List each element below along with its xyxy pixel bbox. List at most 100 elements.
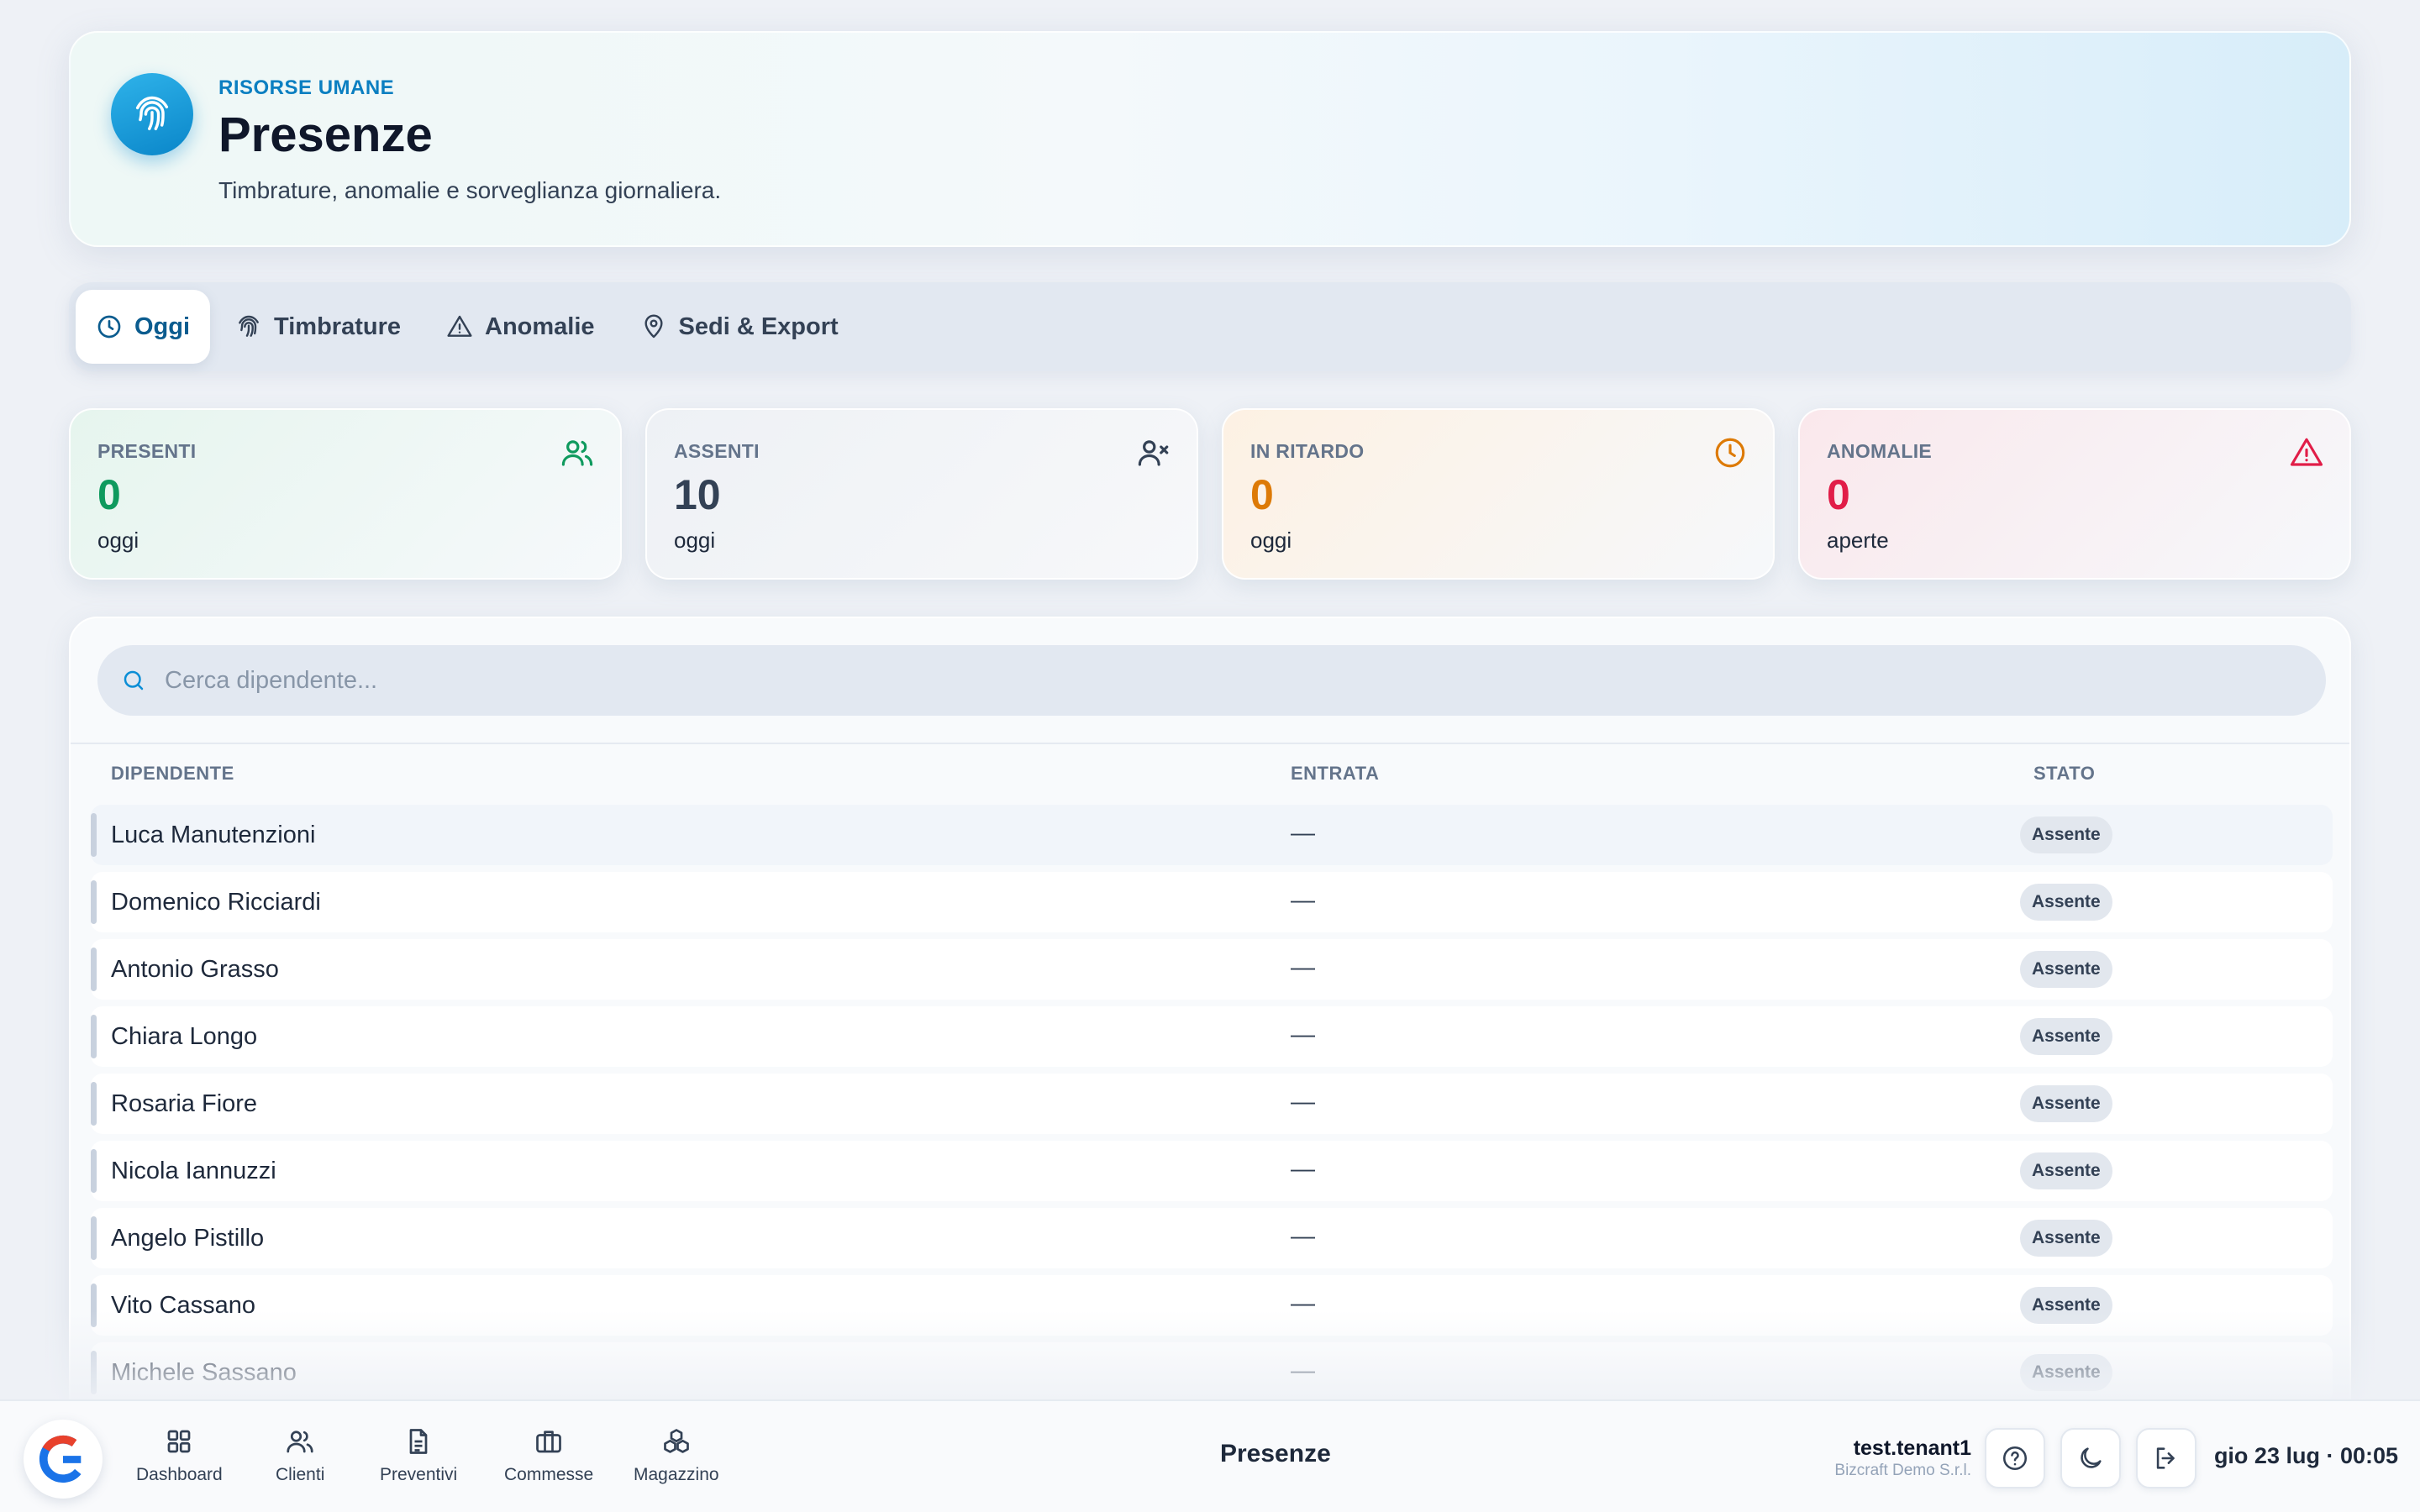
- boxes-icon: [663, 1429, 689, 1453]
- page-title: Presenze: [218, 108, 433, 162]
- warning-icon: [2290, 438, 2323, 466]
- row-accent: [91, 1015, 97, 1058]
- nav-label: Preventivi: [380, 1465, 458, 1484]
- help-button[interactable]: [1985, 1428, 2045, 1488]
- employee-name: Michele Sassano: [111, 1359, 297, 1386]
- row-accent: [91, 1082, 97, 1126]
- nav-clienti[interactable]: Clienti: [276, 1426, 324, 1485]
- theme-toggle-button[interactable]: [2060, 1428, 2121, 1488]
- entry-time: —: [1291, 1223, 1315, 1250]
- fingerprint-icon: [239, 315, 259, 337]
- tab-bar: Oggi Timbrature Anomalie Sedi & Export: [69, 282, 2351, 371]
- nav-magazzino[interactable]: Magazzino: [634, 1426, 719, 1485]
- stat-sub: aperte: [1827, 528, 1889, 553]
- stat-label: PRESENTI: [97, 440, 197, 462]
- stat-card-presenti: PRESENTI 0 oggi: [69, 408, 622, 580]
- nav-label: Clienti: [276, 1465, 325, 1484]
- tab-oggi[interactable]: Oggi: [76, 290, 211, 364]
- status-badge: Assente: [2020, 1220, 2112, 1257]
- user-name: test.tenant1: [1853, 1436, 1971, 1460]
- nav-commesse[interactable]: Commesse: [504, 1426, 593, 1485]
- tab-sedi-export[interactable]: Sedi & Export: [620, 290, 859, 364]
- employee-name: Domenico Ricciardi: [111, 889, 321, 916]
- stat-sub: oggi: [97, 528, 139, 553]
- table-body: Luca Manutenzioni — Assente Domenico Ric…: [91, 805, 2333, 1410]
- document-icon: [409, 1429, 428, 1454]
- tab-label: Timbrature: [274, 312, 401, 340]
- table-row[interactable]: Michele Sassano — Assente: [91, 1342, 2333, 1403]
- briefcase-icon: [536, 1431, 561, 1453]
- tab-anomalie[interactable]: Anomalie: [426, 290, 615, 364]
- employees-table-card: DIPENDENTE ENTRATA STATO Luca Manutenzio…: [69, 617, 2351, 1512]
- table-row[interactable]: Rosaria Fiore — Assente: [91, 1074, 2333, 1134]
- table-row[interactable]: Angelo Pistillo — Assente: [91, 1208, 2333, 1268]
- nav-label: Magazzino: [634, 1465, 719, 1484]
- column-header-stato[interactable]: STATO: [2033, 763, 2095, 785]
- users-icon: [287, 1431, 313, 1453]
- employee-name: Luca Manutenzioni: [111, 822, 316, 848]
- tab-label: Sedi & Export: [678, 312, 839, 340]
- users-icon: [561, 440, 593, 466]
- status-badge: Assente: [2020, 1354, 2112, 1391]
- map-pin-icon: [644, 314, 663, 339]
- help-icon: [2002, 1446, 2028, 1471]
- employee-name: Angelo Pistillo: [111, 1225, 265, 1252]
- row-accent: [91, 1216, 97, 1260]
- grid-icon: [168, 1430, 191, 1453]
- entry-time: —: [1291, 1156, 1315, 1183]
- nav-label: Dashboard: [136, 1465, 223, 1484]
- table-row[interactable]: Domenico Ricciardi — Assente: [91, 872, 2333, 932]
- table-row[interactable]: Antonio Grasso — Assente: [91, 939, 2333, 1000]
- stat-sub: oggi: [674, 528, 716, 553]
- employee-name: Vito Cassano: [111, 1292, 255, 1319]
- moon-icon: [2081, 1447, 2102, 1468]
- status-badge: Assente: [2020, 1085, 2112, 1122]
- search-input[interactable]: [165, 666, 2265, 695]
- row-accent: [91, 813, 97, 857]
- table-row[interactable]: Vito Cassano — Assente: [91, 1275, 2333, 1336]
- table-header: DIPENDENTE ENTRATA STATO: [71, 763, 2349, 796]
- nav-preventivi[interactable]: Preventivi: [380, 1426, 457, 1485]
- tab-timbrature[interactable]: Timbrature: [215, 290, 421, 364]
- date-time: gio 23 lug · 00:05: [2213, 1443, 2398, 1468]
- presenze-page: RISORSE UMANE Presenze Timbrature, anoma…: [0, 0, 2420, 1512]
- stat-sub: oggi: [1250, 528, 1292, 553]
- table-row[interactable]: Chiara Longo — Assente: [91, 1006, 2333, 1067]
- employee-name: Chiara Longo: [111, 1023, 258, 1050]
- tab-label: Oggi: [134, 312, 191, 340]
- user-company: Bizcraft Demo S.r.l.: [1834, 1462, 1971, 1479]
- employee-name: Rosaria Fiore: [111, 1090, 258, 1117]
- logout-icon: [2156, 1447, 2175, 1469]
- current-page-title: Presenze: [1220, 1440, 1331, 1467]
- status-badge: Assente: [2020, 951, 2112, 988]
- section-eyebrow: RISORSE UMANE: [218, 76, 395, 99]
- status-badge: Assente: [2020, 816, 2112, 853]
- entry-time: —: [1291, 1357, 1315, 1384]
- status-badge: Assente: [2020, 884, 2112, 921]
- status-badge: Assente: [2020, 1287, 2112, 1324]
- tab-label: Anomalie: [485, 312, 595, 340]
- column-header-entrata[interactable]: ENTRATA: [1291, 763, 1379, 785]
- status-badge: Assente: [2020, 1152, 2112, 1189]
- entry-time: —: [1291, 887, 1315, 914]
- employee-name: Nicola Iannuzzi: [111, 1158, 276, 1184]
- page-subtitle: Timbrature, anomalie e sorveglianza gior…: [218, 177, 722, 203]
- stat-value: 0: [1250, 471, 1274, 518]
- stat-card-in-ritardo: IN RITARDO 0 oggi: [1222, 408, 1775, 580]
- page-header: RISORSE UMANE Presenze Timbrature, anoma…: [69, 31, 2351, 247]
- entry-time: —: [1291, 1021, 1315, 1048]
- entry-time: —: [1291, 1290, 1315, 1317]
- status-badge: Assente: [2020, 1018, 2112, 1055]
- fingerprint-icon: [111, 73, 193, 155]
- user-x-icon: [1138, 440, 1169, 466]
- row-accent: [91, 880, 97, 924]
- logout-button[interactable]: [2136, 1428, 2196, 1488]
- column-header-dipendente[interactable]: DIPENDENTE: [111, 763, 234, 785]
- nav-dashboard[interactable]: Dashboard: [136, 1426, 223, 1485]
- table-row[interactable]: Nicola Iannuzzi — Assente: [91, 1141, 2333, 1201]
- table-row[interactable]: Luca Manutenzioni — Assente: [91, 805, 2333, 865]
- warning-icon: [447, 315, 472, 337]
- divider: [71, 743, 2349, 744]
- stat-card-assenti: ASSENTI 10 oggi: [645, 408, 1198, 580]
- app-logo[interactable]: [24, 1420, 103, 1499]
